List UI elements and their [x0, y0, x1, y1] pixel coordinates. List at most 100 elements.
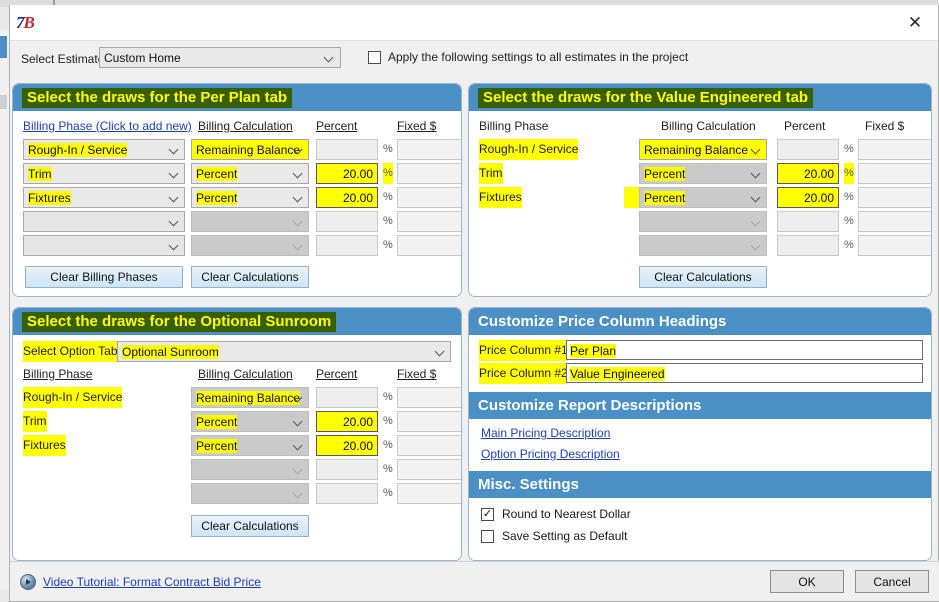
billing-phase-add-new-link[interactable]: Billing Phase (Click to add new) — [23, 119, 192, 133]
percent-input[interactable] — [316, 139, 378, 160]
billing-calculation-dropdown[interactable] — [191, 211, 309, 232]
billing-calculation-value: Percent — [196, 191, 238, 205]
price-column-headings-title: Customize Price Column Headings — [478, 313, 727, 330]
select-estimate-dropdown[interactable]: Custom Home — [99, 47, 341, 68]
percent-input[interactable] — [316, 211, 378, 232]
billing-calculation-dropdown[interactable]: Percent — [639, 163, 767, 184]
billing-calculation-dropdown[interactable]: Percent — [191, 435, 309, 456]
billing-calculation-dropdown[interactable]: Percent — [191, 187, 309, 208]
round-to-nearest-dollar-checkbox[interactable]: ✓ — [481, 507, 494, 521]
percent-input[interactable] — [777, 235, 839, 256]
percent-input[interactable] — [316, 387, 378, 408]
per-plan-panel: Select the draws for the Per Plan tab Bi… — [12, 83, 462, 297]
billing-calculation-dropdown[interactable] — [191, 483, 309, 504]
chevron-down-icon — [292, 439, 305, 452]
estimate-toolbar: Select Estimate: Custom Home Apply the f… — [10, 42, 939, 78]
app-logo-icon: 7B — [16, 13, 42, 33]
fixed-dollar-input[interactable] — [858, 211, 931, 232]
billing-phase-dropdown[interactable]: Rough-In / Service — [23, 139, 185, 160]
fixed-dollar-input[interactable] — [858, 163, 931, 184]
percent-input[interactable] — [777, 211, 839, 232]
percent-input[interactable] — [316, 235, 378, 256]
main-pricing-description-link[interactable]: Main Pricing Description — [481, 426, 610, 440]
percent-input[interactable]: 20.00 — [316, 187, 378, 208]
percent-sign: % — [383, 215, 393, 227]
billing-calculation-value: Percent — [196, 439, 238, 453]
fixed-dollar-input[interactable] — [397, 139, 461, 160]
fixed-dollar-input[interactable] — [397, 163, 461, 184]
save-setting-as-default-row[interactable]: Save Setting as Default — [481, 529, 627, 543]
percent-sign: % — [844, 191, 854, 203]
cancel-button[interactable]: Cancel — [855, 570, 929, 593]
table-row: Rough-In / Service Remaining Balance % — [13, 387, 461, 411]
percent-input[interactable]: 20.00 — [777, 187, 839, 208]
video-play-icon[interactable] — [20, 574, 36, 590]
fixed-dollar-input[interactable] — [858, 139, 931, 160]
price-column-2-input[interactable]: Value Engineered — [566, 363, 923, 383]
close-icon[interactable]: ✕ — [892, 5, 938, 40]
percent-input[interactable] — [316, 483, 378, 504]
price-column-1-value: Per Plan — [570, 344, 617, 358]
percent-input[interactable]: 20.00 — [316, 163, 378, 184]
optional-sunroom-panel: Select the draws for the Optional Sunroo… — [12, 307, 462, 561]
table-row: Trim Percent 20.00 % — [13, 163, 461, 187]
save-setting-as-default-checkbox[interactable] — [481, 529, 494, 543]
billing-calculation-dropdown[interactable] — [639, 211, 767, 232]
price-column-1-input[interactable]: Per Plan — [566, 340, 923, 360]
billing-calculation-dropdown[interactable]: Remaining Balance — [191, 139, 309, 160]
billing-calculation-dropdown[interactable]: Remaining Balance — [191, 387, 309, 408]
billing-phase-dropdown[interactable]: Fixtures — [23, 187, 185, 208]
clear-calculations-button[interactable]: Clear Calculations — [639, 266, 767, 288]
background-window-inactive-tab — [0, 95, 7, 109]
billing-calculation-dropdown[interactable] — [191, 235, 309, 256]
round-to-nearest-dollar-row[interactable]: ✓ Round to Nearest Dollar — [481, 507, 631, 521]
clear-billing-phases-button[interactable]: Clear Billing Phases — [25, 266, 183, 288]
chevron-down-icon — [750, 215, 763, 228]
select-option-tab-label: Select Option Tab: — [23, 341, 121, 362]
billing-calculation-dropdown[interactable] — [191, 459, 309, 480]
ok-button[interactable]: OK — [770, 570, 844, 593]
billing-calculation-dropdown[interactable]: Percent — [639, 187, 767, 208]
apply-all-estimates-checkbox[interactable] — [368, 50, 381, 64]
percent-sign: % — [383, 163, 393, 184]
fixed-dollar-input[interactable] — [397, 187, 461, 208]
fixed-dollar-input[interactable] — [858, 235, 931, 256]
billing-calculation-dropdown[interactable]: Percent — [191, 163, 309, 184]
percent-input[interactable]: 20.00 — [777, 163, 839, 184]
billing-phase-label: Rough-In / Service — [479, 139, 579, 160]
percent-input[interactable] — [777, 139, 839, 160]
per-plan-panel-title: Select the draws for the Per Plan tab — [22, 87, 293, 108]
percent-input[interactable] — [316, 459, 378, 480]
fixed-dollar-input[interactable] — [397, 459, 461, 480]
fixed-dollar-input[interactable] — [858, 187, 931, 208]
fixed-dollar-input[interactable] — [397, 235, 461, 256]
value-engineered-panel: Select the draws for the Value Engineere… — [468, 83, 932, 297]
percent-sign: % — [383, 239, 393, 251]
fixed-dollar-input[interactable] — [397, 483, 461, 504]
billing-phase-dropdown[interactable]: Trim — [23, 163, 185, 184]
option-pricing-description-link[interactable]: Option Pricing Description — [481, 447, 620, 461]
chevron-down-icon — [168, 215, 181, 228]
percent-input[interactable]: 20.00 — [316, 411, 378, 432]
select-option-tab-dropdown[interactable]: Optional Sunroom — [117, 341, 451, 362]
fixed-dollar-input[interactable] — [397, 211, 461, 232]
billing-phase-label: Fixtures — [23, 435, 66, 456]
apply-all-estimates-label: Apply the following settings to all esti… — [388, 50, 689, 64]
billing-phase-dropdown[interactable] — [23, 211, 185, 232]
fixed-dollar-input[interactable] — [397, 435, 461, 456]
clear-calculations-button[interactable]: Clear Calculations — [191, 266, 309, 288]
video-tutorial-link[interactable]: Video Tutorial: Format Contract Bid Pric… — [43, 575, 261, 589]
clear-calculations-button[interactable]: Clear Calculations — [191, 515, 309, 537]
billing-calculation-dropdown[interactable]: Percent — [191, 411, 309, 432]
table-row: Trim Percent 20.00 % — [469, 163, 931, 187]
billing-calculation-value: Percent — [196, 167, 238, 181]
billing-phase-dropdown[interactable] — [23, 235, 185, 256]
billing-calculation-dropdown[interactable] — [639, 235, 767, 256]
fixed-dollar-input[interactable] — [397, 411, 461, 432]
per-plan-panel-header: Select the draws for the Per Plan tab — [13, 84, 461, 111]
apply-all-estimates-row[interactable]: Apply the following settings to all esti… — [368, 50, 688, 64]
billing-calculation-dropdown[interactable]: Remaining Balance — [639, 139, 767, 160]
percent-input[interactable]: 20.00 — [316, 435, 378, 456]
table-row: % — [13, 459, 461, 483]
fixed-dollar-input[interactable] — [397, 387, 461, 408]
